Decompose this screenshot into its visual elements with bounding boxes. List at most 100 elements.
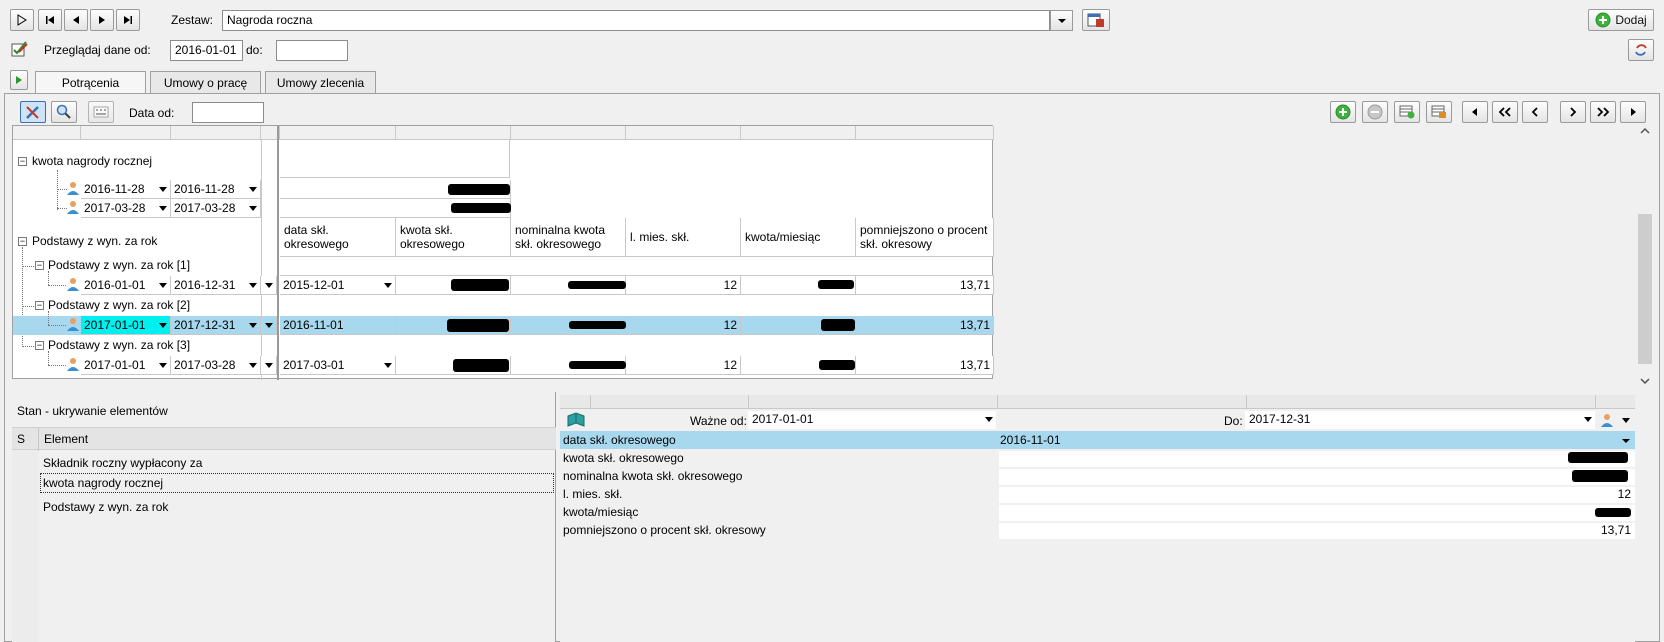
property-value[interactable]: 2016-11-01 bbox=[1000, 433, 1061, 447]
tree-line bbox=[22, 266, 36, 267]
add-row-button[interactable] bbox=[1330, 101, 1356, 123]
subgroup-label: Podstawy z wyn. za rok [3] bbox=[48, 338, 191, 352]
od-date-input[interactable]: 2016-01-01 bbox=[170, 40, 243, 61]
column-header[interactable]: pomniejszono o procent skł. okresowy bbox=[856, 218, 994, 257]
tab-umowy-zlecenia[interactable]: Umowy zlecenia bbox=[265, 71, 376, 93]
row-selector-cell[interactable] bbox=[261, 356, 277, 375]
grid-next-button[interactable] bbox=[1620, 101, 1646, 123]
grid-divider bbox=[261, 140, 262, 380]
row-selector-cell[interactable] bbox=[261, 316, 277, 335]
zestaw-dropdown-button[interactable] bbox=[1050, 10, 1073, 31]
property-value: 12 bbox=[1617, 487, 1631, 501]
do-date-input[interactable] bbox=[276, 40, 348, 61]
grid-copy-button[interactable] bbox=[1394, 101, 1420, 123]
procent-cell[interactable]: 13,71 bbox=[856, 356, 994, 375]
date-from-cell[interactable]: 2017-03-28 bbox=[81, 199, 171, 218]
property-value-field[interactable]: 13,71 bbox=[999, 523, 1635, 539]
grid-first-button[interactable] bbox=[1492, 101, 1518, 123]
dodaj-button[interactable]: Dodaj bbox=[1588, 9, 1654, 31]
book-icon[interactable] bbox=[566, 412, 586, 428]
chevron-down-icon[interactable] bbox=[1621, 438, 1631, 444]
date-from-cell[interactable]: 2016-11-28 bbox=[81, 180, 171, 199]
grid-prev-button[interactable] bbox=[1462, 101, 1488, 123]
column-header[interactable]: nominalna kwota skł. okresowego bbox=[511, 218, 626, 257]
list-item[interactable]: Podstawy z wyn. za rok bbox=[43, 500, 168, 514]
column-s-header[interactable]: S bbox=[17, 432, 25, 446]
calculator-button[interactable] bbox=[88, 101, 114, 123]
date-from-cell[interactable]: 2016-01-01 bbox=[81, 276, 171, 295]
collapse-toggle[interactable]: − bbox=[35, 301, 44, 310]
next-record-button[interactable] bbox=[90, 9, 114, 31]
list-item[interactable]: Składnik roczny wypłacony za bbox=[43, 456, 202, 470]
property-value-field[interactable] bbox=[999, 451, 1635, 467]
column-header[interactable]: l. mies. skł. bbox=[626, 218, 741, 257]
column-header-label: kwota skł. okresowego bbox=[400, 223, 465, 251]
property-value-field[interactable]: 12 bbox=[999, 487, 1635, 503]
grid-add-icon bbox=[1399, 105, 1415, 119]
dropdown-arrow-icon bbox=[249, 206, 257, 211]
dropdown-arrow-icon bbox=[249, 323, 257, 328]
property-row-selected[interactable] bbox=[560, 431, 1635, 449]
grid-next-page-button[interactable] bbox=[1560, 101, 1586, 123]
mies-cell[interactable]: 12 bbox=[626, 276, 741, 295]
procent-cell[interactable]: 13,71 bbox=[856, 316, 994, 335]
tree-line bbox=[48, 271, 49, 285]
mies-cell[interactable]: 12 bbox=[626, 356, 741, 375]
mies-cell[interactable]: 12 bbox=[626, 316, 741, 335]
new-record-button[interactable] bbox=[10, 9, 34, 31]
first-record-button[interactable] bbox=[38, 9, 62, 31]
data-okresowego-cell[interactable]: 2016-11-01 bbox=[280, 316, 396, 335]
scrollbar-thumb[interactable] bbox=[1638, 214, 1652, 364]
grid-last-button[interactable] bbox=[1590, 101, 1616, 123]
list-item-focused[interactable]: kwota nagrody rocznej bbox=[40, 473, 554, 493]
prev-record-button[interactable] bbox=[64, 9, 88, 31]
grid-edit-button[interactable] bbox=[1426, 101, 1452, 123]
collapse-toggle[interactable]: − bbox=[18, 157, 27, 166]
collapse-toggle[interactable]: − bbox=[18, 237, 27, 246]
grid-scrollbar[interactable] bbox=[1636, 124, 1654, 390]
date-to-cell[interactable]: 2016-11-28 bbox=[171, 180, 261, 199]
redaction bbox=[1572, 470, 1628, 482]
data-okresowego-cell[interactable]: 2017-03-01 bbox=[280, 356, 396, 375]
zestaw-config-button[interactable] bbox=[1082, 9, 1110, 31]
do-panel-input[interactable]: 2017-12-31 bbox=[1245, 411, 1595, 429]
grid-prev-page-button[interactable] bbox=[1522, 101, 1548, 123]
date-to-cell[interactable]: 2016-12-31 bbox=[171, 276, 261, 295]
collapse-toggle[interactable]: − bbox=[35, 261, 44, 270]
date-from-cell[interactable]: 2017-01-01 bbox=[81, 316, 171, 335]
date-to-cell[interactable]: 2017-12-31 bbox=[171, 316, 261, 335]
dropdown-arrow-icon bbox=[1584, 417, 1592, 422]
grid-splitter[interactable] bbox=[277, 126, 279, 380]
column-header[interactable]: kwota skł. okresowego bbox=[396, 218, 511, 257]
row-selector-cell[interactable] bbox=[261, 276, 277, 295]
expand-panel-button[interactable] bbox=[10, 70, 28, 90]
redaction bbox=[821, 319, 855, 331]
date-to-cell[interactable]: 2017-03-28 bbox=[171, 356, 261, 375]
column-header[interactable]: kwota/miesiąc bbox=[741, 218, 856, 257]
procent-cell[interactable]: 13,71 bbox=[856, 276, 994, 295]
last-record-button[interactable] bbox=[116, 9, 140, 31]
cell-value: 2017-01-01 bbox=[84, 358, 146, 372]
date-to-cell[interactable]: 2017-03-28 bbox=[171, 199, 261, 218]
data-od-input[interactable] bbox=[192, 102, 264, 123]
cell-value: 2016-12-31 bbox=[174, 278, 236, 292]
property-value-field[interactable] bbox=[999, 469, 1635, 485]
property-value-field[interactable] bbox=[999, 505, 1635, 521]
zestaw-select[interactable]: Nagroda roczna bbox=[222, 10, 1050, 31]
date-from-cell[interactable]: 2017-01-01 bbox=[81, 356, 171, 375]
dropdown-arrow-icon bbox=[249, 363, 257, 368]
edit-check-icon[interactable] bbox=[11, 40, 29, 58]
remove-row-button[interactable] bbox=[1362, 101, 1388, 123]
tab-potracenia[interactable]: Potrącenia bbox=[35, 71, 146, 93]
refresh-button[interactable] bbox=[1628, 39, 1654, 61]
user-menu-button[interactable] bbox=[1598, 411, 1634, 429]
tab-umowy-o-prace[interactable]: Umowy o pracę bbox=[150, 71, 261, 93]
column-element-header[interactable]: Element bbox=[44, 432, 88, 446]
data-okresowego-cell[interactable]: 2015-12-01 bbox=[280, 276, 396, 295]
wazne-od-input[interactable]: 2017-01-01 bbox=[748, 411, 996, 429]
tools-button[interactable] bbox=[20, 101, 46, 123]
collapse-toggle[interactable]: − bbox=[35, 341, 44, 350]
search-button[interactable] bbox=[51, 101, 77, 123]
column-header[interactable]: data skł. okresowego bbox=[280, 218, 396, 257]
chevron-down-icon bbox=[1057, 18, 1066, 23]
